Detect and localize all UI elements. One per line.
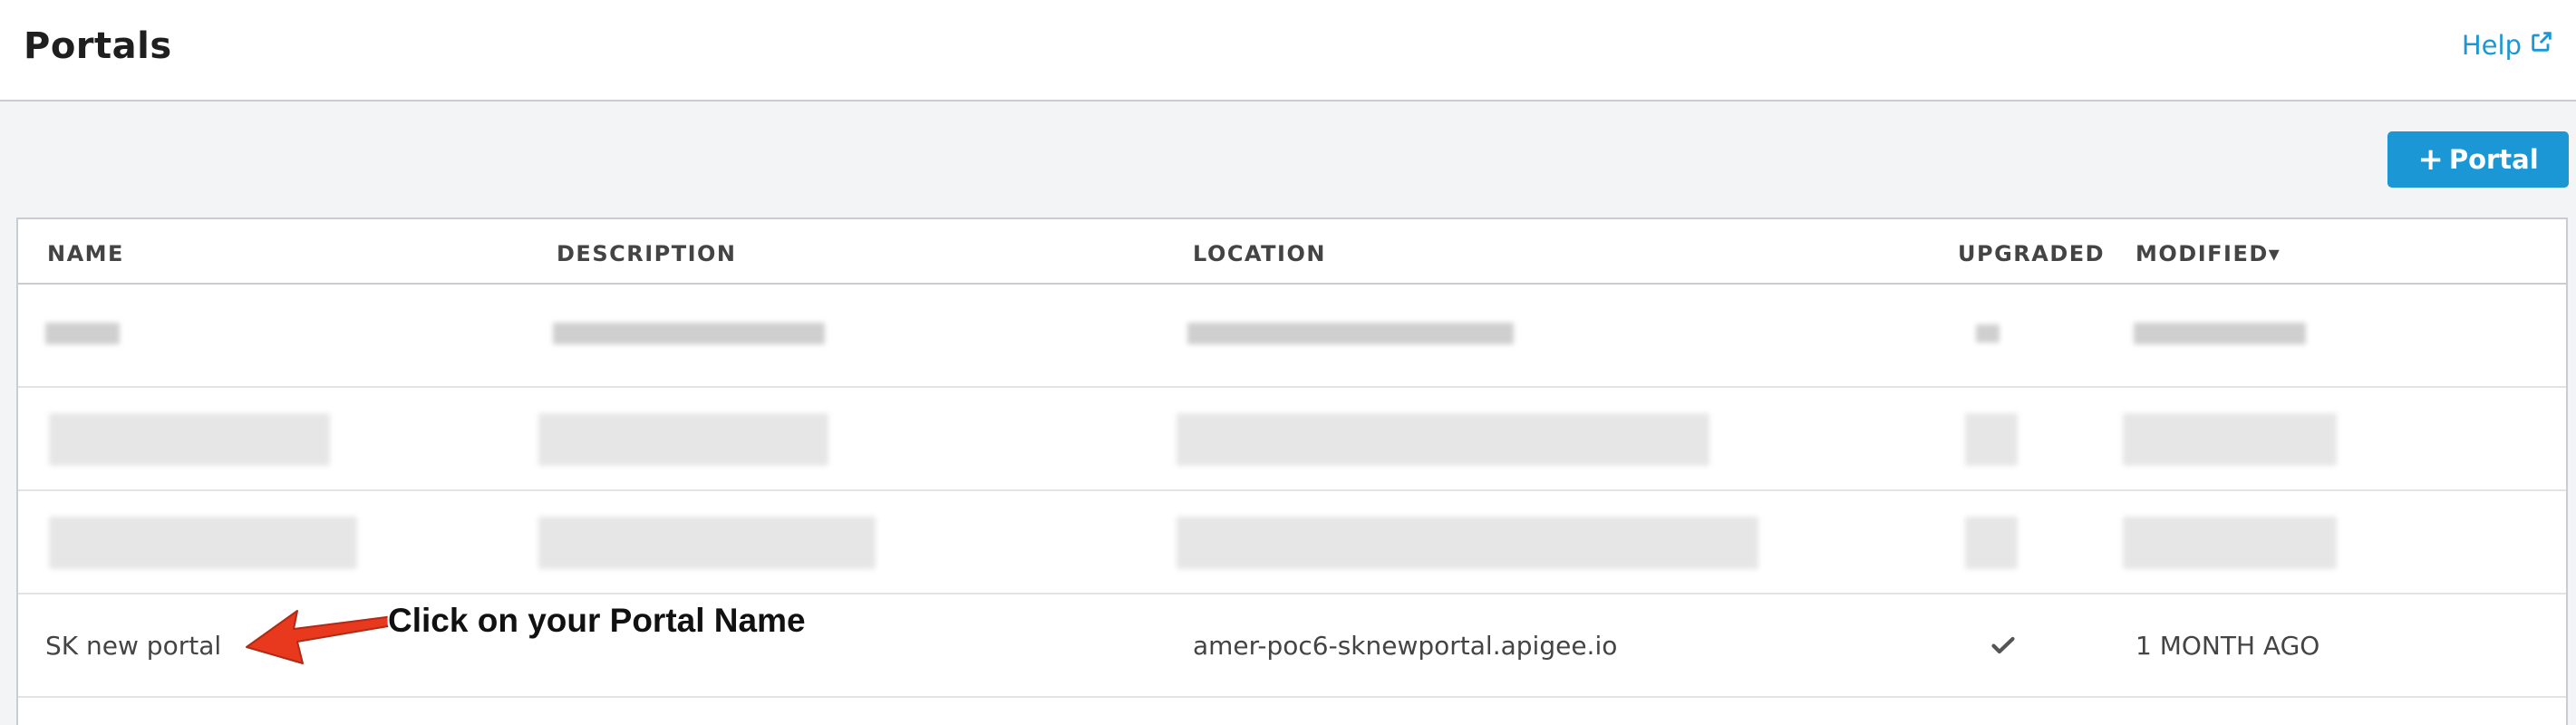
plus-icon: + — [2417, 141, 2444, 178]
redacted-upgraded — [1965, 517, 2018, 569]
redacted-description — [553, 323, 825, 344]
portals-table: NAME DESCRIPTION LOCATION UPGRADED MODIF… — [16, 218, 2568, 725]
add-portal-label: Portal — [2448, 144, 2539, 175]
column-header-modified[interactable]: MODIFIED▾ — [2135, 241, 2281, 266]
top-bar: Portals Help — [0, 0, 2576, 102]
modified-header-label: MODIFIED — [2135, 241, 2269, 266]
external-link-icon — [2529, 29, 2554, 61]
redacted-modified — [2134, 323, 2306, 344]
redacted-name — [45, 323, 120, 344]
column-header-description[interactable]: DESCRIPTION — [557, 241, 737, 266]
portal-name-link[interactable]: SK new portal — [45, 631, 221, 661]
portal-modified: 1 MONTH AGO — [2135, 631, 2320, 661]
column-header-location[interactable]: LOCATION — [1193, 241, 1326, 266]
redacted-name — [49, 517, 357, 569]
redacted-upgraded — [1965, 413, 2018, 466]
sort-desc-icon: ▾ — [2268, 241, 2281, 266]
redacted-location — [1187, 323, 1514, 344]
column-header-name[interactable]: NAME — [47, 241, 124, 266]
check-icon — [1990, 633, 2016, 664]
redacted-description — [538, 413, 828, 466]
redacted-modified — [2123, 413, 2337, 466]
page-title: Portals — [24, 25, 172, 67]
annotation-text: Click on your Portal Name — [388, 602, 806, 639]
redacted-upgraded — [1976, 324, 2000, 343]
table-header: NAME DESCRIPTION LOCATION UPGRADED MODIF… — [18, 219, 2566, 285]
redacted-name — [49, 413, 330, 466]
column-header-upgraded[interactable]: UPGRADED — [1958, 241, 2105, 266]
redacted-description — [538, 517, 876, 569]
portal-location: amer-poc6-sknewportal.apigee.io — [1193, 631, 1618, 661]
redacted-location — [1177, 413, 1709, 466]
redacted-modified — [2123, 517, 2337, 569]
annotation-arrow-icon — [246, 610, 394, 664]
table-row-redacted[interactable] — [18, 491, 2566, 594]
add-portal-button[interactable]: + Portal — [2387, 131, 2569, 188]
table-row-redacted[interactable] — [18, 388, 2566, 491]
help-label: Help — [2461, 29, 2522, 61]
redacted-location — [1177, 517, 1758, 569]
table-row-redacted[interactable] — [18, 285, 2566, 388]
help-link[interactable]: Help — [2462, 29, 2554, 61]
